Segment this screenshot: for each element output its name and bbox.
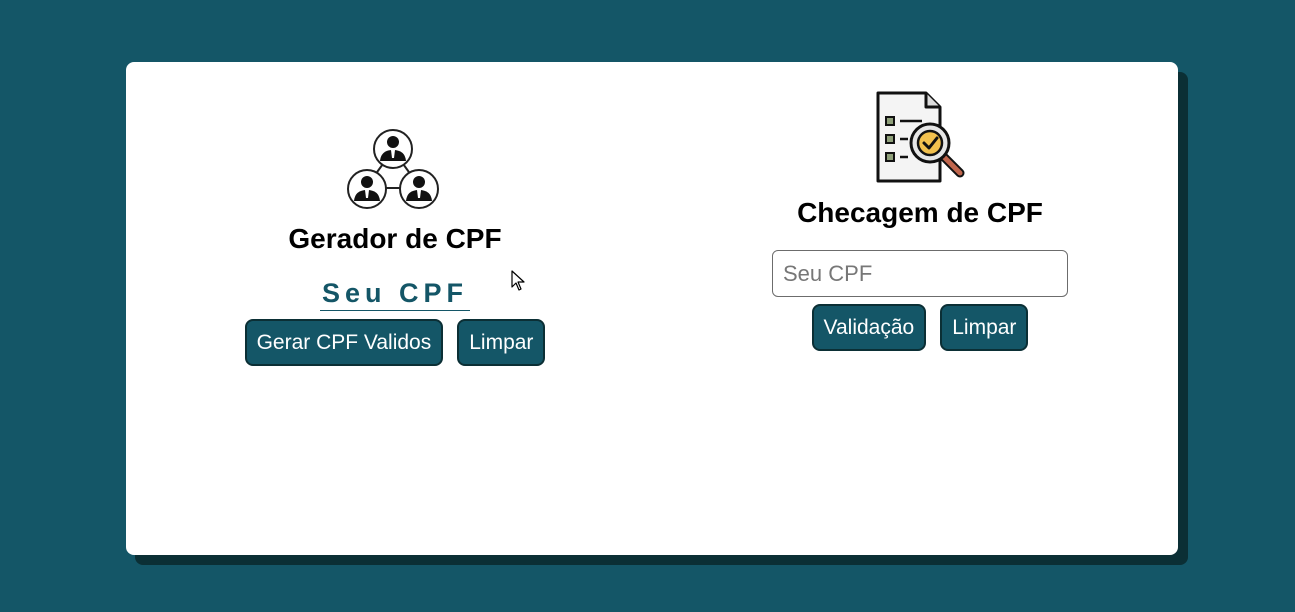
checker-panel: Checagem de CPF Validação Limpar [695,87,1145,351]
generate-cpf-button[interactable]: Gerar CPF Validos [244,319,444,366]
people-network-icon [345,121,445,221]
checker-button-row: Validação Limpar [811,304,1029,351]
document-check-icon [870,87,970,187]
checker-clear-button[interactable]: Limpar [940,304,1029,351]
validate-button[interactable]: Validação [811,304,927,351]
generator-clear-button[interactable]: Limpar [457,319,546,366]
generator-panel: Gerador de CPF Seu CPF Gerar CPF Validos… [170,121,620,366]
generated-cpf-output: Seu CPF [319,277,471,311]
cpf-input[interactable] [772,250,1068,297]
checker-title: Checagem de CPF [797,197,1043,228]
generator-button-row: Gerar CPF Validos Limpar [244,319,546,366]
mouse-cursor-icon [511,270,525,291]
generator-title: Gerador de CPF [288,223,502,254]
